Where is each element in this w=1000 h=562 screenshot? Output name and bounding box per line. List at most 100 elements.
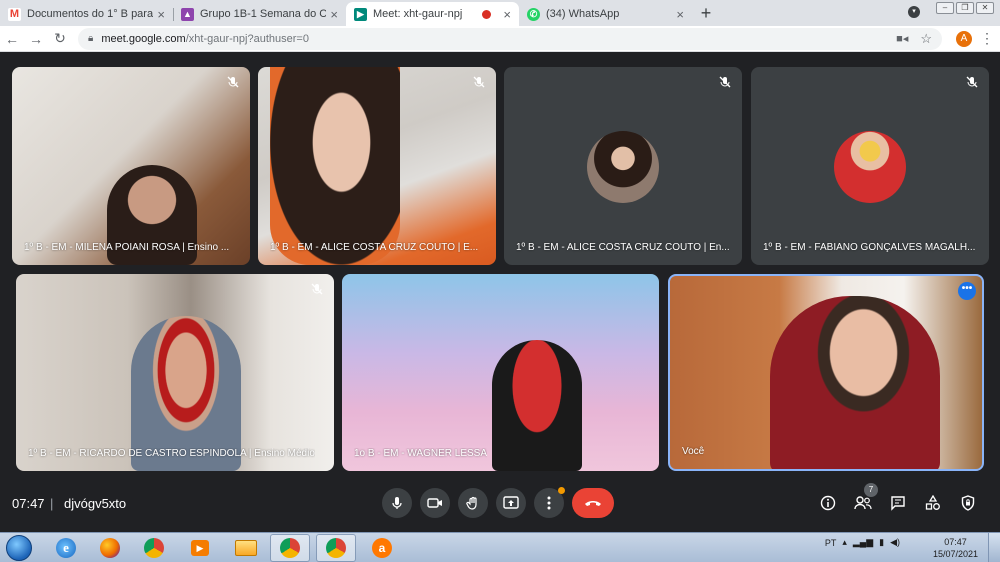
participant-tile-ricardo[interactable]: 1º B - EM - RICARDO DE CASTRO ESPINDOLA … — [16, 274, 334, 471]
tab-gmail[interactable]: M Documentos do 1° B para quinta × — [0, 2, 173, 26]
participant-tile-milena[interactable]: 1º B - EM - MILENA POIANI ROSA | Ensino … — [12, 67, 250, 265]
avast-taskbar-button[interactable]: a — [362, 534, 402, 562]
gmail-icon: M — [8, 7, 21, 21]
browser-menu-icon[interactable]: ⋮ — [980, 30, 994, 47]
internet-explorer-taskbar-button[interactable]: e — [46, 534, 86, 562]
url-path: /xht-gaur-npj?authuser=0 — [185, 32, 309, 45]
participant-tile-alice-video[interactable]: 1º B - EM - ALICE COSTA CRUZ COUTO | E..… — [258, 67, 496, 265]
url-host: meet.google.com — [101, 32, 186, 45]
language-indicator[interactable]: PT — [825, 538, 837, 548]
participant-video — [770, 296, 940, 469]
avatar — [587, 131, 659, 203]
close-window-button[interactable]: ✕ — [976, 2, 994, 14]
tab-title: Documentos do 1° B para quinta — [27, 8, 154, 20]
participant-tile-fabiano[interactable]: 1º B - EM - FABIANO GONÇALVES MAGALH... — [751, 67, 989, 265]
camera-button[interactable] — [420, 488, 450, 518]
tab-classroom[interactable]: ▲ Grupo 1B-1 Semana do Carmo 20 × — [173, 2, 346, 26]
people-icon — [854, 496, 872, 510]
taskbar-time: 07:47 — [944, 537, 967, 547]
internet-explorer-icon: e — [56, 538, 76, 558]
more-options-icon[interactable]: ••• — [958, 282, 976, 300]
info-icon — [820, 495, 836, 511]
host-controls-button[interactable] — [957, 492, 979, 514]
file-explorer-taskbar-button[interactable] — [226, 534, 266, 562]
whatsapp-icon: ✆ — [527, 7, 540, 21]
chrome-window-1-taskbar-button[interactable] — [270, 534, 310, 562]
mic-off-icon — [716, 73, 734, 91]
minimize-button[interactable]: – — [936, 2, 954, 14]
new-tab-button[interactable]: + — [692, 2, 720, 26]
activities-button[interactable] — [922, 492, 944, 514]
mic-off-icon — [963, 73, 981, 91]
mic-icon — [392, 497, 402, 509]
meet-icon: ▶ — [354, 7, 367, 21]
present-icon — [503, 496, 519, 509]
firefox-taskbar-button[interactable] — [90, 534, 130, 562]
camera-icon — [427, 498, 442, 508]
chrome-icon — [326, 538, 346, 558]
camera-in-use-icon[interactable]: ■◂ — [896, 32, 908, 45]
tab-search-icon[interactable]: ▾ — [908, 6, 920, 18]
chat-button[interactable] — [887, 492, 909, 514]
participant-name: 1º B - EM - RICARDO DE CASTRO ESPINDOLA … — [28, 448, 315, 459]
recording-indicator-icon — [482, 9, 492, 19]
leave-call-button[interactable] — [572, 488, 614, 518]
system-tray: PT ▴ ▂▄▆ ▮ ◀) — [825, 537, 900, 548]
close-icon[interactable]: × — [676, 7, 684, 22]
power-icon[interactable]: ▮ — [879, 537, 884, 548]
lock-icon[interactable]: 🔒︎ — [88, 33, 93, 44]
browser-toolbar: ← → ↻ 🔒︎ meet.google.com /xht-gaur-npj?a… — [0, 26, 1000, 52]
meeting-details-button[interactable] — [817, 492, 839, 514]
close-icon[interactable]: × — [330, 7, 338, 22]
folder-icon — [235, 540, 257, 556]
bookmark-star-icon[interactable]: ☆ — [920, 31, 932, 47]
show-hidden-icons-icon[interactable]: ▴ — [842, 537, 847, 548]
participant-tile-alice-avatar[interactable]: 1º B - EM - ALICE COSTA CRUZ COUTO | En.… — [504, 67, 742, 265]
profile-avatar[interactable]: A — [956, 30, 972, 47]
taskbar-date: 15/07/2021 — [932, 549, 978, 559]
avatar — [834, 131, 906, 203]
close-icon[interactable]: × — [503, 7, 511, 22]
tab-title: (34) WhatsApp — [546, 8, 620, 20]
close-icon[interactable]: × — [157, 7, 165, 22]
participant-video — [492, 340, 582, 471]
classroom-icon: ▲ — [181, 7, 194, 21]
participant-video — [270, 67, 400, 265]
raise-hand-button[interactable] — [458, 488, 488, 518]
windows-start-button[interactable] — [6, 535, 32, 561]
media-player-taskbar-button[interactable]: ▶ — [180, 534, 220, 562]
mic-off-icon — [470, 73, 488, 91]
show-desktop-button[interactable] — [988, 533, 1000, 562]
chat-icon — [891, 496, 905, 511]
shield-icon — [961, 495, 975, 511]
participant-name: 1º B - EM - FABIANO GONÇALVES MAGALH... — [763, 242, 976, 253]
meeting-time: 07:47 — [12, 496, 45, 511]
taskbar-clock[interactable]: 07:47 15/07/2021 — [933, 536, 978, 560]
mic-button[interactable] — [382, 488, 412, 518]
network-signal-icon[interactable]: ▂▄▆ — [853, 537, 873, 548]
notification-dot — [558, 487, 565, 494]
chrome-taskbar-button[interactable] — [134, 534, 174, 562]
hand-icon — [466, 496, 477, 510]
more-options-button[interactable] — [534, 487, 565, 518]
back-icon[interactable]: ← — [0, 31, 24, 47]
meeting-controls-bar: 07:47 | djvógv5xto — [0, 480, 1000, 530]
participant-name: 1º B - EM - ALICE COSTA CRUZ COUTO | E..… — [270, 242, 479, 253]
tab-meet[interactable]: ▶ Meet: xht-gaur-npj × — [346, 2, 519, 26]
reload-icon[interactable]: ↻ — [48, 30, 72, 47]
chrome-icon — [280, 538, 300, 558]
participant-name: 1º B - EM - MILENA POIANI ROSA | Ensino … — [24, 242, 230, 253]
address-bar[interactable]: 🔒︎ meet.google.com /xht-gaur-npj?authuse… — [78, 27, 942, 50]
participant-tile-self[interactable]: ••• Você — [668, 274, 984, 471]
tab-title: Meet: xht-gaur-npj — [373, 8, 463, 20]
volume-icon[interactable]: ◀) — [890, 537, 900, 548]
forward-icon[interactable]: → — [24, 31, 48, 47]
meeting-code: djvógv5xto — [64, 496, 127, 511]
participants-count-badge: 7 — [864, 483, 878, 497]
present-screen-button[interactable] — [496, 488, 526, 518]
participant-tile-wagner[interactable]: 1o B - EM - WAGNER LESSA — [342, 274, 659, 471]
mic-off-icon — [224, 73, 242, 91]
chrome-window-2-taskbar-button[interactable] — [316, 534, 356, 562]
maximize-button[interactable]: ❐ — [956, 2, 974, 14]
tab-whatsapp[interactable]: ✆ (34) WhatsApp × — [519, 2, 692, 26]
